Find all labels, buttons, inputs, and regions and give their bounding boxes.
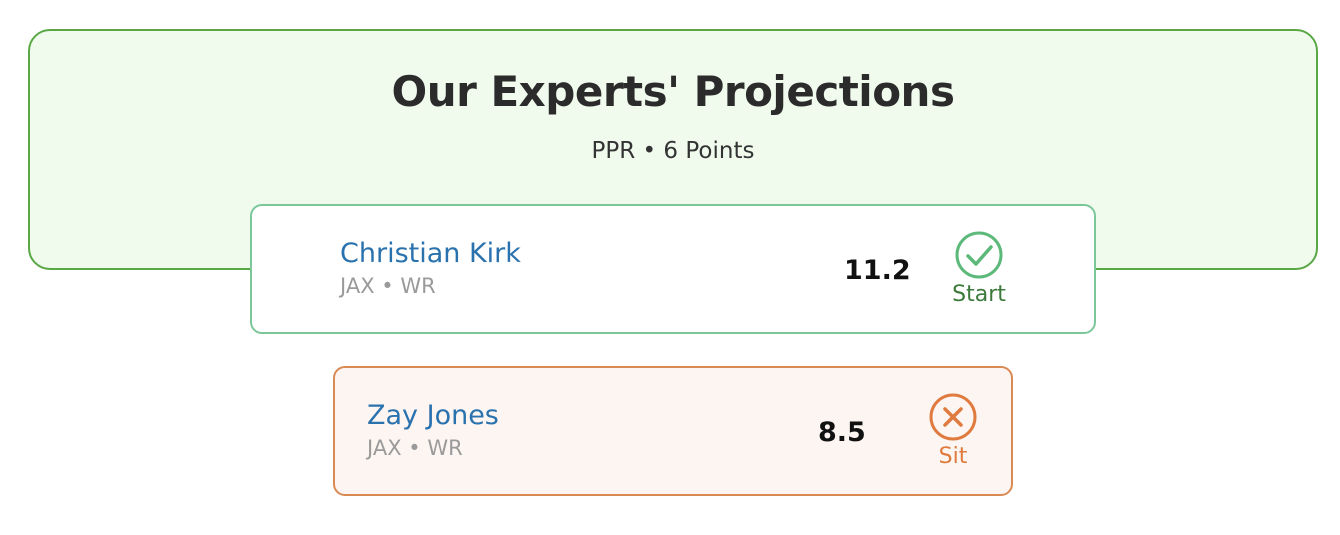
scoring-format-subtitle: PPR • 6 Points [591,138,755,164]
x-circle-icon [929,393,977,441]
projected-points: 11.2 [844,255,911,286]
page-title: Our Experts' Projections [391,67,955,116]
player-card-start[interactable]: Christian Kirk JAX • WR 11.2 Start [250,204,1096,334]
start-verdict: Start [934,230,1024,307]
sit-verdict: Sit [908,392,998,469]
projected-points: 8.5 [818,417,866,448]
player-team-position: JAX • WR [367,436,463,460]
player-name-link[interactable]: Zay Jones [367,400,499,431]
check-circle-icon [955,231,1003,279]
player-team-position: JAX • WR [340,274,436,298]
sit-label: Sit [938,444,968,469]
projections-widget: Our Experts' Projections PPR • 6 Points … [0,0,1340,535]
player-name-link[interactable]: Christian Kirk [340,238,521,269]
player-card-sit[interactable]: Zay Jones JAX • WR 8.5 Sit [333,366,1013,496]
start-label: Start [952,282,1006,307]
